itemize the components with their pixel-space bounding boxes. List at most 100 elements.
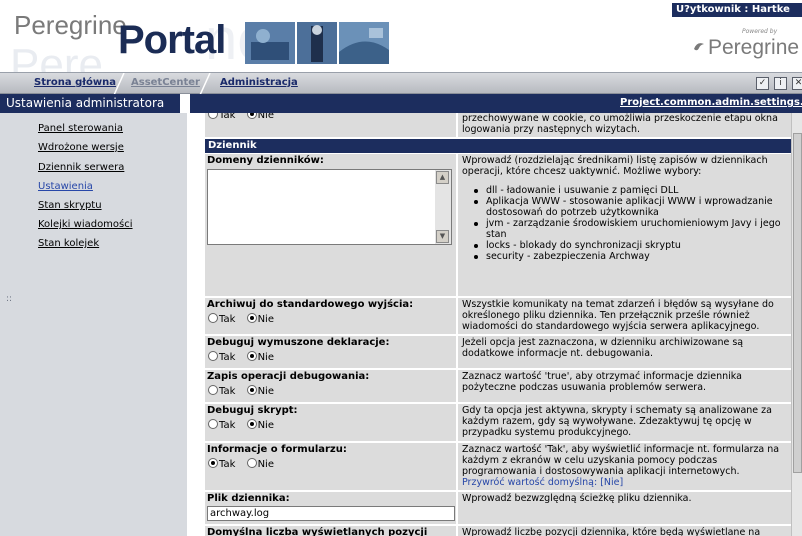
list-item: locks - blokady do synchronizacji skrypt… <box>474 240 786 251</box>
scroll-up-icon[interactable]: ▲ <box>436 171 449 184</box>
log-file-label: Plik dziennika: <box>207 493 290 504</box>
debug-ops-label: Zapis operacji debugowania: <box>207 371 370 382</box>
row-description: Zaznacz wartość 'true', aby otrzymać inf… <box>458 370 791 402</box>
radio-yes-label: Tak <box>219 420 236 431</box>
info-icon[interactable]: i <box>774 77 787 90</box>
settings-row-form-info: Informacje o formularzu: Tak Nie Zaznacz… <box>205 443 791 490</box>
sidebar-item-panel[interactable]: Panel sterowania <box>38 123 123 134</box>
radio-no[interactable] <box>246 419 257 429</box>
sidebar-item-settings[interactable]: Ustawienia <box>38 181 93 192</box>
title-bar: Ustawienia administratora Project.common… <box>0 94 802 113</box>
settings-row-default-count: Domyślna liczba wyświetlanych pozycji dz… <box>205 526 791 536</box>
form-info-label: Informacje o formularzu: <box>207 444 347 455</box>
list-item: jvm - zarządzanie środowiskiem uruchomie… <box>474 218 786 240</box>
row-description: Gdy ta opcja jest aktywna, skrypty i sch… <box>458 404 791 441</box>
tab-administracja[interactable]: Administracja <box>220 77 298 88</box>
row-description: Zaznacz wartość 'Tak', aby wyświetlić in… <box>458 443 791 490</box>
sidebar-item-message-queues[interactable]: Kolejki wiadomości <box>38 219 133 230</box>
active-bullet-icon: :: <box>6 294 13 304</box>
textarea-scrollbar[interactable]: ▲ ▼ <box>435 170 451 244</box>
tab-separator <box>199 73 211 95</box>
radio-group: Tak Nie <box>205 113 456 121</box>
header-photo-1 <box>245 22 295 64</box>
row-description: Jeżeli opcja jest zaznaczona, w dziennik… <box>458 336 791 368</box>
tab-separator <box>113 73 125 95</box>
radio-no[interactable] <box>246 458 257 468</box>
nav-bar: Strona główna AssetCenter Administracja … <box>0 72 802 95</box>
title-divider <box>180 94 190 113</box>
user-label: U?ytkownik : Hartke <box>672 3 802 17</box>
list-item: Aplikacja WWW - stosowanie aplikacji WWW… <box>474 196 786 218</box>
radio-yes-label: Tak <box>219 459 236 470</box>
archive-label: Archiwuj do standardowego wyjścia: <box>207 299 414 310</box>
radio-group: Tak Nie <box>205 382 456 397</box>
check-icon[interactable]: ✓ <box>756 77 769 90</box>
sidebar-item-queue-state[interactable]: Stan kolejek <box>38 238 99 249</box>
tab-assetcenter[interactable]: AssetCenter <box>131 77 200 88</box>
header-photo-2 <box>297 22 337 64</box>
radio-yes[interactable] <box>208 385 218 395</box>
list-item: security - zabezpieczenia Archway <box>474 251 786 262</box>
radio-no[interactable] <box>246 113 257 119</box>
row-description: Wszystkie komunikaty na temat zdarzeń i … <box>458 298 791 334</box>
radio-yes[interactable] <box>208 419 218 429</box>
radio-no[interactable] <box>246 351 257 361</box>
peregrine-brand: Peregrine <box>708 36 800 59</box>
radio-yes[interactable] <box>208 351 218 361</box>
default-count-label: Domyślna liczba wyświetlanych pozycji dz… <box>207 527 428 536</box>
row-label-cell: Informacje o formularzu: Tak Nie <box>205 443 457 490</box>
row-label-cell: Debuguj skrypt: Tak Nie <box>205 404 457 441</box>
debug-decl-label: Debuguj wymuszone deklaracje: <box>207 337 390 348</box>
domains-options: dll - ładowanie i usuwanie z pamięci DLL… <box>474 185 786 262</box>
radio-yes-label: Tak <box>219 352 236 363</box>
row-label-cell: Debuguj wymuszone deklaracje: Tak Nie <box>205 336 457 368</box>
settings-row-domains: Domeny dzienników: ▲ ▼ Wprowadź (rozdzie… <box>205 154 791 296</box>
radio-group: Tak Nie <box>205 348 456 363</box>
radio-no[interactable] <box>246 313 257 323</box>
radio-no-label: Nie <box>257 113 274 121</box>
radio-no-label: Nie <box>257 420 274 431</box>
peregrine-logo-icon <box>694 43 704 51</box>
powered-by: Powered by <box>742 28 778 35</box>
radio-yes-label: Tak <box>219 314 236 325</box>
settings-row-archive: Archiwuj do standardowego wyjścia: Tak N… <box>205 298 791 334</box>
settings-row-debug-script: Debuguj skrypt: Tak Nie Gdy ta opcja jes… <box>205 404 791 441</box>
radio-group: Tak Nie <box>205 310 456 325</box>
row-description: Wprowadź bezwzględną ścieżkę pliku dzien… <box>458 492 791 524</box>
sidebar-item-server-log[interactable]: Dziennik serwera <box>38 162 124 173</box>
row-label-cell: Domeny dzienników: ▲ ▼ <box>205 154 457 296</box>
page-scrollbar[interactable] <box>791 113 802 536</box>
restore-default-link[interactable]: Przywróć wartość domyślną: [Nie] <box>462 477 786 488</box>
row-description: przechowywane w cookie, co umożliwia prz… <box>458 113 791 137</box>
radio-group: Tak Nie <box>205 416 456 431</box>
row-label-cell: Zapis operacji debugowania: Tak Nie <box>205 370 457 402</box>
radio-yes-label: Tak <box>219 113 236 121</box>
radio-no-label: Nie <box>257 459 274 470</box>
sidebar-item-versions[interactable]: Wdrożone wersje <box>38 142 124 153</box>
settings-row-debug-decl: Debuguj wymuszone deklaracje: Tak Nie Je… <box>205 336 791 368</box>
sidebar-item-script-state[interactable]: Stan skryptu <box>38 200 102 211</box>
radio-yes[interactable] <box>208 458 218 468</box>
log-file-input[interactable]: archway.log <box>207 506 455 521</box>
settings-row: Tak Nie przechowywane w cookie, co umożl… <box>205 113 791 137</box>
radio-no-label: Nie <box>257 314 274 325</box>
debug-script-label: Debuguj skrypt: <box>207 405 298 416</box>
title-link[interactable]: Project.common.admin.settings.start <box>620 97 802 108</box>
scroll-down-icon[interactable]: ▼ <box>436 230 449 243</box>
row-label-cell: Domyślna liczba wyświetlanych pozycji dz… <box>205 526 457 536</box>
tab-home[interactable]: Strona główna <box>34 77 116 88</box>
close-icon[interactable]: ✕ <box>792 77 802 90</box>
radio-yes[interactable] <box>208 113 218 119</box>
row-description: Wprowadź (rozdzielając średnikami) listę… <box>458 154 791 296</box>
radio-no-label: Nie <box>257 352 274 363</box>
settings-row-log-file: Plik dziennika: archway.log Wprowadź bez… <box>205 492 791 524</box>
settings-content: Tak Nie przechowywane w cookie, co umożl… <box>205 113 791 536</box>
radio-no[interactable] <box>246 385 257 395</box>
domains-textarea[interactable]: ▲ ▼ <box>207 169 452 245</box>
radio-yes[interactable] <box>208 313 218 323</box>
radio-yes-label: Tak <box>219 386 236 397</box>
scrollbar-thumb[interactable] <box>793 133 802 473</box>
logo-peregrine: Peregrine <box>14 10 127 40</box>
list-item: dll - ładowanie i usuwanie z pamięci DLL <box>474 185 786 196</box>
row-label-cell: Archiwuj do standardowego wyjścia: Tak N… <box>205 298 457 334</box>
